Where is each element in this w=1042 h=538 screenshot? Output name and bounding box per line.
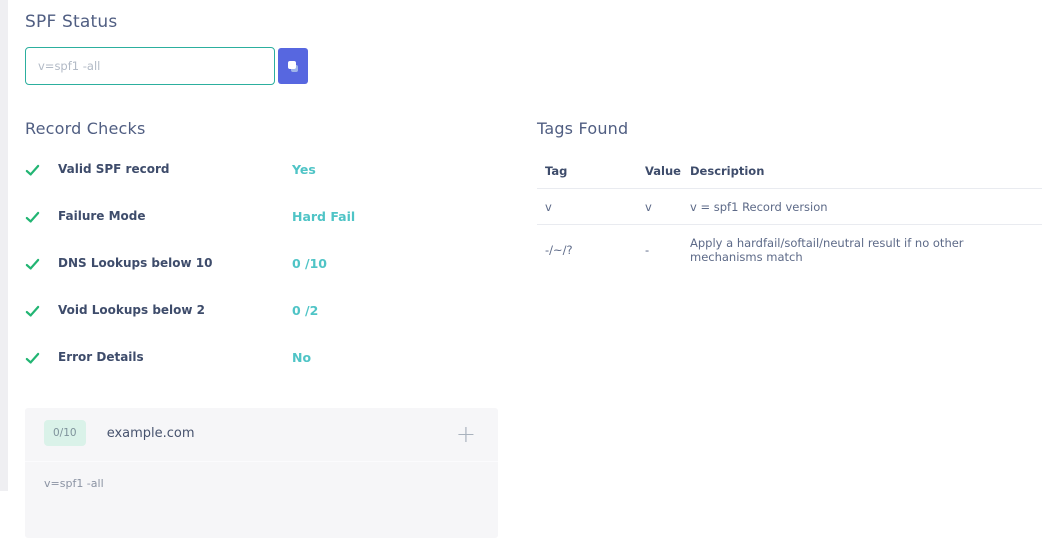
tag-column-header: Tag <box>537 164 637 189</box>
record-check-row: Void Lookups below 2 0 /2 <box>25 303 498 350</box>
check-icon <box>25 304 40 319</box>
copy-icon <box>288 61 300 73</box>
tags-table-row: v v v = spf1 Record version <box>537 189 1042 225</box>
page-left-gutter <box>0 0 8 491</box>
tags-table-row: -/~/? - Apply a hardfail/softail/neutral… <box>537 225 1042 275</box>
description-cell: Apply a hardfail/softail/neutral result … <box>682 225 1042 275</box>
value-cell: v <box>637 189 682 225</box>
check-label: Failure Mode <box>58 209 276 223</box>
tags-table: Tag Value Description v v v = spf1 Recor… <box>537 164 1042 274</box>
check-label: Error Details <box>58 350 276 364</box>
record-checks-list: Valid SPF record Yes Failure Mode Hard F… <box>25 162 498 397</box>
check-value: No <box>292 350 311 365</box>
record-check-row: Failure Mode Hard Fail <box>25 209 498 256</box>
tags-table-header-row: Tag Value Description <box>537 164 1042 189</box>
check-icon <box>25 210 40 225</box>
check-spf-button[interactable] <box>278 48 308 84</box>
domain-card-header: 0/10 example.com + <box>25 408 498 452</box>
tag-cell: v <box>537 189 637 225</box>
value-cell: - <box>637 225 682 275</box>
tags-found-title: Tags Found <box>537 119 1042 138</box>
check-value: Yes <box>292 162 316 177</box>
spf-record-text: v=spf1 -all <box>44 477 104 490</box>
record-checks-section: Record Checks Valid SPF record Yes Failu… <box>25 119 498 397</box>
page-title: SPF Status <box>25 12 117 32</box>
check-icon <box>25 163 40 178</box>
spf-record-input[interactable] <box>25 47 275 85</box>
check-label: Valid SPF record <box>58 162 276 176</box>
lookup-count-badge: 0/10 <box>44 420 86 446</box>
record-check-row: Error Details No <box>25 350 498 397</box>
domain-card-body: v=spf1 -all <box>25 461 498 501</box>
description-column-header: Description <box>682 164 1042 189</box>
tags-found-section: Tags Found Tag Value Description v v v =… <box>537 119 1042 274</box>
record-checks-title: Record Checks <box>25 119 498 138</box>
expand-plus-icon[interactable]: + <box>456 422 476 446</box>
value-column-header: Value <box>637 164 682 189</box>
record-check-row: DNS Lookups below 10 0 /10 <box>25 256 498 303</box>
record-check-row: Valid SPF record Yes <box>25 162 498 209</box>
check-icon <box>25 351 40 366</box>
tag-cell: -/~/? <box>537 225 637 275</box>
spf-query-row <box>25 47 275 85</box>
check-value: 0 /10 <box>292 256 327 271</box>
domain-card: 0/10 example.com + v=spf1 -all <box>25 408 498 538</box>
check-value: Hard Fail <box>292 209 355 224</box>
check-value: 0 /2 <box>292 303 318 318</box>
description-cell: v = spf1 Record version <box>682 189 1042 225</box>
check-label: DNS Lookups below 10 <box>58 256 276 270</box>
check-icon <box>25 257 40 272</box>
check-label: Void Lookups below 2 <box>58 303 276 317</box>
spf-status-page: SPF Status Record Checks Valid SPF recor… <box>8 0 1042 491</box>
domain-name: example.com <box>107 426 195 441</box>
